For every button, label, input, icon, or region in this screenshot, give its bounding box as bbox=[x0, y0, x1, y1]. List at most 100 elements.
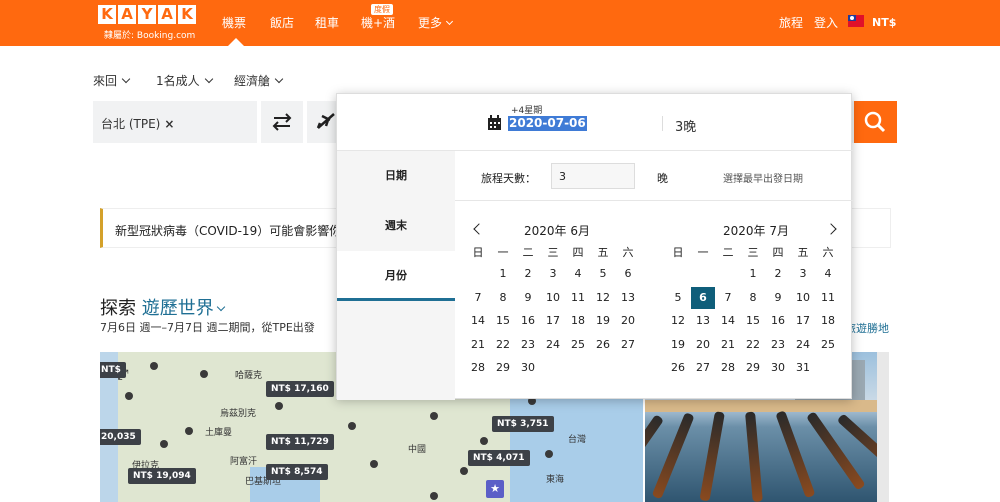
calendar-day[interactable]: 21 bbox=[466, 334, 490, 356]
next-month-icon[interactable] bbox=[825, 223, 837, 235]
explore-everywhere-link[interactable]: 遊歷世界 bbox=[142, 298, 214, 319]
map-location-dot[interactable] bbox=[275, 402, 283, 410]
departure-date-input[interactable]: 2020-07-06 bbox=[508, 116, 587, 131]
map-location-dot[interactable] bbox=[185, 427, 193, 435]
price-pin[interactable]: NT$ 19,094 bbox=[128, 468, 196, 484]
calendar-day[interactable]: 22 bbox=[491, 334, 515, 356]
calendar-day[interactable]: 19 bbox=[666, 334, 690, 356]
calendar-day[interactable]: 6 bbox=[616, 263, 640, 285]
calendar-day[interactable]: 22 bbox=[741, 334, 765, 356]
calendar-day[interactable]: 2 bbox=[766, 263, 790, 285]
calendar-day[interactable]: 16 bbox=[766, 310, 790, 332]
calendar-day[interactable]: 29 bbox=[741, 357, 765, 379]
calendar-day[interactable]: 7 bbox=[716, 287, 740, 309]
price-pin[interactable]: 20,035 bbox=[100, 429, 141, 445]
calendar-day[interactable]: 12 bbox=[591, 287, 615, 309]
calendar-day[interactable]: 15 bbox=[491, 310, 515, 332]
tab-exact-dates[interactable]: 日期 bbox=[337, 151, 455, 201]
calendar-day[interactable]: 1 bbox=[741, 263, 765, 285]
travelers-dropdown[interactable]: 1名成人 bbox=[156, 72, 213, 89]
calendar-day[interactable]: 11 bbox=[816, 287, 840, 309]
nights-input[interactable]: 3晚 bbox=[675, 116, 696, 135]
calendar-day[interactable]: 11 bbox=[566, 287, 590, 309]
trip-length-input[interactable]: 3 bbox=[551, 163, 635, 189]
calendar-day[interactable]: 17 bbox=[541, 310, 565, 332]
calendar-day[interactable]: 27 bbox=[616, 334, 640, 356]
calendar-day[interactable]: 27 bbox=[691, 357, 715, 379]
map-location-dot[interactable] bbox=[160, 440, 168, 448]
price-pin[interactable]: NT$ 11,729 bbox=[266, 434, 334, 450]
kayak-logo[interactable]: KAYAK bbox=[98, 5, 198, 24]
price-pin[interactable]: NT$ 4,071 bbox=[468, 450, 530, 466]
calendar-day[interactable]: 18 bbox=[816, 310, 840, 332]
calendar-day[interactable]: 7 bbox=[466, 287, 490, 309]
calendar-day[interactable]: 18 bbox=[566, 310, 590, 332]
calendar-day[interactable]: 9 bbox=[766, 287, 790, 309]
price-pin[interactable]: NT$ 3,751 bbox=[492, 416, 554, 432]
calendar-day[interactable]: 23 bbox=[766, 334, 790, 356]
map-location-dot[interactable] bbox=[150, 362, 158, 370]
calendar-day[interactable]: 28 bbox=[466, 357, 490, 379]
calendar-day[interactable]: 13 bbox=[616, 287, 640, 309]
nav-more[interactable]: 更多 bbox=[418, 0, 454, 46]
calendar-day[interactable]: 4 bbox=[566, 263, 590, 285]
calendar-day[interactable]: 29 bbox=[491, 357, 515, 379]
calendar-day[interactable]: 25 bbox=[816, 334, 840, 356]
map-location-dot[interactable] bbox=[545, 450, 553, 458]
trip-type-dropdown[interactable]: 來回 bbox=[93, 72, 131, 89]
calendar-day[interactable]: 17 bbox=[791, 310, 815, 332]
map-location-dot[interactable] bbox=[200, 370, 208, 378]
origin-field[interactable]: 台北 (TPE) × bbox=[93, 101, 257, 143]
cabin-dropdown[interactable]: 經濟艙 bbox=[234, 72, 284, 89]
calendar-day[interactable]: 5 bbox=[666, 287, 690, 309]
calendar-day[interactable]: 14 bbox=[466, 310, 490, 332]
destination-field[interactable] bbox=[307, 101, 337, 143]
price-pin[interactable]: NT$ bbox=[100, 362, 126, 378]
nav-cars[interactable]: 租車 bbox=[315, 0, 339, 46]
currency-selector[interactable]: NT$ bbox=[872, 0, 896, 46]
price-pin[interactable]: NT$ 17,160 bbox=[266, 381, 334, 397]
map-location-dot[interactable] bbox=[430, 412, 438, 420]
calendar-day[interactable]: 4 bbox=[816, 263, 840, 285]
calendar-day[interactable]: 2 bbox=[516, 263, 540, 285]
price-pin[interactable]: NT$ 8,574 bbox=[266, 464, 328, 480]
calendar-day[interactable]: 20 bbox=[616, 310, 640, 332]
calendar-day[interactable]: 15 bbox=[741, 310, 765, 332]
clear-origin-icon[interactable]: × bbox=[164, 117, 174, 131]
map-location-dot[interactable] bbox=[370, 460, 378, 468]
map-location-dot[interactable] bbox=[460, 467, 468, 475]
nav-login[interactable]: 登入 bbox=[814, 0, 838, 46]
calendar-day[interactable]: 13 bbox=[691, 310, 715, 332]
calendar-day[interactable]: 10 bbox=[791, 287, 815, 309]
calendar-day[interactable]: 8 bbox=[741, 287, 765, 309]
calendar-day[interactable]: 3 bbox=[791, 263, 815, 285]
nav-packages[interactable]: 機+酒 bbox=[361, 0, 395, 46]
covid-alert[interactable]: 新型冠狀病毒（COVID-19）可能會影響你的 bbox=[100, 208, 353, 248]
calendar-day[interactable]: 24 bbox=[791, 334, 815, 356]
map-location-dot[interactable] bbox=[480, 437, 488, 445]
calendar-day[interactable]: 10 bbox=[541, 287, 565, 309]
tab-weekend[interactable]: 週末 bbox=[337, 201, 455, 251]
nav-trips[interactable]: 旅程 bbox=[779, 0, 803, 46]
calendar-day[interactable]: 16 bbox=[516, 310, 540, 332]
taiwan-flag-icon[interactable] bbox=[848, 15, 864, 27]
map-location-dot[interactable] bbox=[348, 422, 356, 430]
calendar-day[interactable]: 9 bbox=[516, 287, 540, 309]
tab-month[interactable]: 月份 bbox=[337, 251, 455, 301]
calendar-day[interactable]: 24 bbox=[541, 334, 565, 356]
prev-month-icon[interactable] bbox=[473, 223, 485, 235]
calendar-day[interactable]: 26 bbox=[666, 357, 690, 379]
map-location-dot[interactable] bbox=[125, 392, 133, 400]
calendar-day[interactable]: 26 bbox=[591, 334, 615, 356]
nav-hotels[interactable]: 飯店 bbox=[270, 0, 294, 46]
calendar-day[interactable]: 30 bbox=[766, 357, 790, 379]
calendar-day[interactable]: 1 bbox=[491, 263, 515, 285]
calendar-day[interactable]: 23 bbox=[516, 334, 540, 356]
calendar-day[interactable]: 19 bbox=[591, 310, 615, 332]
swap-button[interactable] bbox=[261, 101, 303, 143]
date-picker-popup[interactable]: +4星期 2020-07-06 3晚 日期 週末 月份 旅程天數： 3 晚 選擇… bbox=[336, 93, 853, 400]
calendar-day[interactable]: 3 bbox=[541, 263, 565, 285]
calendar-day-selected[interactable]: 6 bbox=[691, 286, 715, 309]
calendar-day[interactable]: 20 bbox=[691, 334, 715, 356]
calendar-day[interactable]: 30 bbox=[516, 357, 540, 379]
